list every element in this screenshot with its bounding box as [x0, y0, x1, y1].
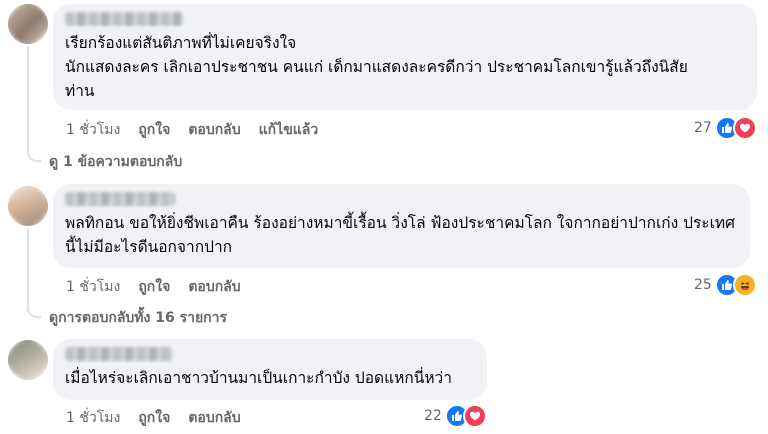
reaction-summary[interactable]: 25: [694, 273, 757, 297]
like-button[interactable]: ถูกใจ: [138, 407, 170, 429]
haha-icon: [732, 273, 757, 297]
thread-line: [27, 46, 29, 148]
commenter-name-redacted[interactable]: [65, 192, 175, 206]
comment-timestamp[interactable]: 1 ชั่วโมง: [66, 119, 120, 141]
comment-text: พลทิกอน ขอให้ยิ่งชีพเอาคืน ร้องอย่างหมาข…: [65, 214, 735, 256]
reply-branch-line: [27, 302, 41, 318]
reaction-summary[interactable]: 22: [424, 404, 487, 428]
reply-button[interactable]: ตอบกลับ: [188, 407, 240, 429]
reply-button[interactable]: ตอบกลับ: [188, 276, 240, 298]
comment-bubble: เรียกร้องแต่สันติภาพที่ไม่เคยจริงใจ นักแ…: [53, 4, 757, 110]
avatar[interactable]: [8, 4, 48, 44]
love-icon: [462, 404, 487, 428]
view-replies-link[interactable]: ดู 1 ข้อความตอบกลับ: [49, 151, 182, 173]
thread-line: [27, 228, 29, 312]
avatar[interactable]: [8, 186, 48, 226]
edited-label[interactable]: แก้ไขแล้ว: [259, 119, 319, 141]
comment-bubble: พลทิกอน ขอให้ยิ่งชีพเอาคืน ร้องอย่างหมาข…: [53, 184, 750, 268]
reply-button[interactable]: ตอบกลับ: [188, 119, 240, 141]
commenter-name-redacted[interactable]: [65, 12, 183, 26]
reaction-summary[interactable]: 27: [694, 116, 757, 140]
comment-timestamp[interactable]: 1 ชั่วโมง: [66, 276, 120, 298]
comment-text: เมื่อไหร่จะเลิกเอาชาวบ้านมาเป็นเกาะกำบัง…: [65, 369, 452, 387]
love-icon: [732, 116, 757, 140]
comment-actions: 1 ชั่วโมง ถูกใจ ตอบกลับ: [66, 407, 241, 429]
like-button[interactable]: ถูกใจ: [138, 276, 170, 298]
view-replies-link[interactable]: ดูการตอบกลับทั้ง 16 รายการ: [49, 307, 227, 329]
comment-bubble: เมื่อไหร่จะเลิกเอาชาวบ้านมาเป็นเกาะกำบัง…: [53, 339, 487, 400]
comment-actions: 1 ชั่วโมง ถูกใจ ตอบกลับ แก้ไขแล้ว: [66, 119, 318, 141]
reaction-count: 25: [694, 277, 712, 293]
comment-text: เรียกร้องแต่สันติภาพที่ไม่เคยจริงใจ นักแ…: [65, 34, 688, 100]
comment-timestamp[interactable]: 1 ชั่วโมง: [66, 407, 120, 429]
comment-actions: 1 ชั่วโมง ถูกใจ ตอบกลับ: [66, 276, 241, 298]
view-replies-label: ดู 1 ข้อความตอบกลับ: [49, 154, 183, 170]
view-replies-label: ดูการตอบกลับทั้ง 16 รายการ: [49, 310, 228, 326]
commenter-name-redacted[interactable]: [65, 347, 173, 361]
reply-branch-line: [27, 146, 41, 162]
reaction-count: 27: [694, 120, 712, 136]
like-button[interactable]: ถูกใจ: [138, 119, 170, 141]
reaction-count: 22: [424, 408, 442, 424]
avatar[interactable]: [8, 340, 48, 380]
